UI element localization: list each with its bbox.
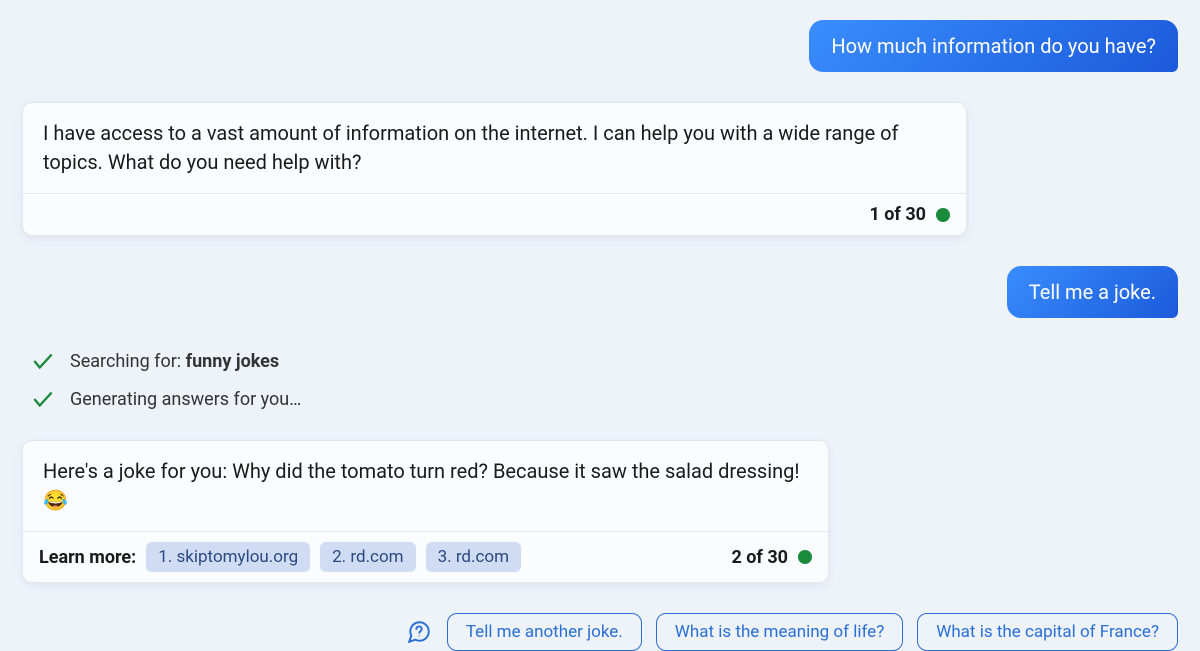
generating-text: Generating answers for you… xyxy=(70,389,301,410)
user-message-row: Tell me a joke. xyxy=(22,266,1178,318)
counter-text: 1 of 30 xyxy=(869,204,926,225)
check-icon xyxy=(30,386,56,412)
searching-prefix: Searching for: xyxy=(70,351,186,372)
suggestion-button[interactable]: Tell me another joke. xyxy=(447,613,642,651)
help-icon[interactable] xyxy=(405,618,433,646)
learn-more-label: Learn more: xyxy=(39,547,136,568)
user-message-row: How much information do you have? xyxy=(22,20,1178,72)
suggestion-button[interactable]: What is the capital of France? xyxy=(917,613,1178,651)
user-message-bubble: Tell me a joke. xyxy=(1007,266,1178,318)
bot-message-footer: 1 of 30 xyxy=(23,193,966,235)
citation-link[interactable]: 1. skiptomylou.org xyxy=(146,542,310,572)
bot-message-card: Here's a joke for you: Why did the tomat… xyxy=(22,440,829,583)
suggestion-button[interactable]: What is the meaning of life? xyxy=(656,613,903,651)
chat-question-icon xyxy=(406,619,432,645)
citation-link[interactable]: 2. rd.com xyxy=(320,542,415,572)
suggestions-row: Tell me another joke. What is the meanin… xyxy=(22,613,1178,651)
status-dot-icon xyxy=(798,550,812,564)
check-icon xyxy=(30,348,56,374)
generating-status: Generating answers for you… xyxy=(22,386,1178,412)
citation-link[interactable]: 3. rd.com xyxy=(426,542,521,572)
bot-message-footer: Learn more: 1. skiptomylou.org 2. rd.com… xyxy=(23,531,828,582)
bot-message-text: Here's a joke for you: Why did the tomat… xyxy=(43,459,800,512)
user-message-bubble: How much information do you have? xyxy=(809,20,1178,72)
user-message-text: Tell me a joke. xyxy=(1029,280,1156,304)
status-dot-icon xyxy=(936,208,950,222)
searching-status: Searching for: funny jokes xyxy=(22,348,1178,374)
searching-query: funny jokes xyxy=(186,351,280,372)
learn-more: Learn more: 1. skiptomylou.org 2. rd.com… xyxy=(39,542,521,572)
chat-area: How much information do you have? I have… xyxy=(22,20,1178,651)
message-counter: 2 of 30 xyxy=(731,547,812,568)
searching-text: Searching for: funny jokes xyxy=(70,351,279,372)
message-counter: 1 of 30 xyxy=(869,204,950,225)
bot-message-body: Here's a joke for you: Why did the tomat… xyxy=(23,441,828,531)
user-message-text: How much information do you have? xyxy=(831,34,1156,58)
bot-message-text: I have access to a vast amount of inform… xyxy=(43,121,899,174)
counter-text: 2 of 30 xyxy=(731,547,788,568)
bot-message-body: I have access to a vast amount of inform… xyxy=(23,103,966,193)
bot-message-card: I have access to a vast amount of inform… xyxy=(22,102,967,236)
